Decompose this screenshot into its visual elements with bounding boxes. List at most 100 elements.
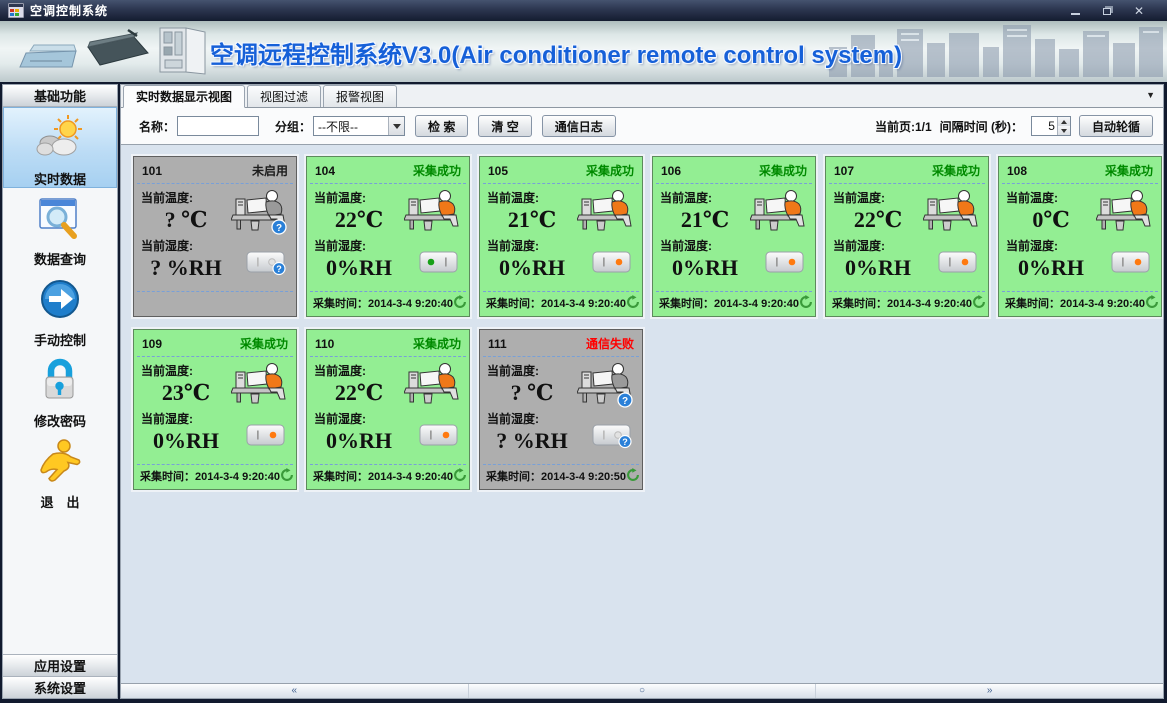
comm-log-button[interactable]: 通信日志	[542, 115, 616, 137]
collect-time: 采集时间：2014-3-4 9:20:50	[486, 468, 626, 484]
refresh-icon[interactable]	[626, 468, 640, 485]
banner-title: 空调远程控制系统V3.0(Air conditioner remote cont…	[210, 35, 902, 70]
sidebar: 基础功能 实时数据	[2, 84, 118, 699]
weather-icon	[34, 114, 86, 167]
tab-realtime-view[interactable]: 实时数据显示视图	[123, 85, 245, 108]
humidity-label: 当前湿度:	[314, 410, 404, 427]
device-status: 采集成功	[413, 162, 461, 179]
search-button[interactable]: 检 索	[415, 115, 468, 137]
temp-value: 22℃	[314, 207, 404, 233]
lock-icon	[36, 356, 84, 409]
ac-unit-icon	[404, 188, 462, 240]
temp-value: 21℃	[660, 207, 750, 233]
device-card[interactable]: 105采集成功当前温度:21℃当前湿度:0%RH采集时间：2014-3-4 9:…	[479, 156, 643, 317]
refresh-icon[interactable]	[626, 295, 640, 312]
clear-button[interactable]: 清 空	[478, 115, 531, 137]
device-card[interactable]: 104采集成功当前温度:22℃当前湿度:0%RH采集时间：2014-3-4 9:…	[306, 156, 470, 317]
device-id: 104	[315, 164, 335, 178]
refresh-icon[interactable]	[453, 468, 467, 485]
device-card[interactable]: 101未启用当前温度:? ℃当前湿度:? %RH??	[133, 156, 297, 317]
refresh-icon[interactable]	[972, 295, 986, 312]
sidebar-item-app-settings[interactable]: 应用设置	[3, 654, 117, 676]
svg-text:?: ?	[276, 264, 282, 274]
humidity-value: 0%RH	[314, 255, 404, 281]
svg-text:?: ?	[276, 223, 282, 234]
spinner-down-icon[interactable]	[1058, 126, 1070, 135]
power-switch-icon[interactable]	[419, 424, 460, 454]
device-status: 采集成功	[240, 335, 288, 352]
refresh-icon[interactable]	[799, 295, 813, 312]
minimize-button[interactable]	[1067, 4, 1083, 17]
card-footer: 采集时间：2014-3-4 9:20:40	[307, 465, 469, 489]
pager-next[interactable]: »	[816, 684, 1163, 698]
device-card[interactable]: 109采集成功当前温度:23℃当前湿度:0%RH采集时间：2014-3-4 9:…	[133, 329, 297, 490]
device-card[interactable]: 110采集成功当前温度:22℃当前湿度:0%RH采集时间：2014-3-4 9:…	[306, 329, 470, 490]
sidebar-item-label: 手动控制	[34, 330, 86, 349]
card-header: 104 采集成功	[307, 157, 469, 181]
close-button[interactable]: ✕	[1131, 4, 1147, 17]
ac-unit-icon	[1096, 188, 1154, 240]
device-photos	[18, 23, 218, 82]
sidebar-item-change-password[interactable]: 修改密码	[3, 350, 117, 431]
sidebar-item-realtime-data[interactable]: 实时数据	[3, 107, 117, 188]
collect-time: 采集时间：2014-3-4 9:20:40	[659, 295, 799, 311]
power-switch-icon[interactable]	[246, 424, 287, 454]
power-switch-icon[interactable]: ?	[592, 424, 633, 454]
card-footer: 采集时间：2014-3-4 9:20:40	[653, 292, 815, 316]
power-switch-icon[interactable]: ?	[246, 251, 287, 281]
tab-alarm-view[interactable]: 报警视图	[323, 85, 397, 107]
ac-unit-icon: ?	[231, 188, 289, 240]
refresh-icon[interactable]	[1145, 295, 1159, 312]
name-input[interactable]	[177, 116, 259, 136]
ac-unit-icon	[231, 361, 289, 413]
sidebar-item-manual-control[interactable]: 手动控制	[3, 269, 117, 350]
group-select-value: --不限--	[314, 118, 388, 135]
device-status: 采集成功	[586, 162, 634, 179]
card-header: 108采集成功	[999, 157, 1161, 181]
power-switch-icon[interactable]	[1111, 251, 1152, 281]
humidity-value: 0%RH	[833, 255, 923, 281]
device-card[interactable]: 111 通信失败当前温度:? ℃当前湿度:? %RH?? 采集时间：2014-3-4…	[479, 329, 643, 490]
humidity-value: 0%RH	[487, 255, 577, 281]
tab-overflow-icon[interactable]: ▼	[1146, 90, 1155, 100]
collect-time: 采集时间：2014-3-4 9:20:40	[832, 295, 972, 311]
power-switch-icon[interactable]	[765, 251, 806, 281]
device-status: 采集成功	[1105, 162, 1153, 179]
refresh-icon[interactable]	[280, 468, 294, 485]
power-switch-icon[interactable]	[938, 251, 979, 281]
ac-unit-icon	[577, 188, 635, 240]
header-banner: 空调远程控制系统V3.0(Air conditioner remote cont…	[0, 21, 1167, 82]
power-switch-icon[interactable]	[592, 251, 633, 281]
card-body: 当前温度:0℃当前湿度:0%RH	[999, 184, 1161, 289]
tab-view-filter[interactable]: 视图过滤	[247, 85, 321, 107]
card-body: 当前温度:21℃当前湿度:0%RH	[653, 184, 815, 289]
chevron-down-icon[interactable]	[388, 117, 404, 135]
restore-button[interactable]	[1099, 4, 1115, 17]
temp-label: 当前温度:	[487, 362, 577, 379]
auto-cycle-button[interactable]: 自动轮循	[1079, 115, 1153, 137]
temp-value: 21℃	[487, 207, 577, 233]
device-card[interactable]: 108采集成功当前温度:0℃当前湿度:0%RH采集时间：2014-3-4 9:2…	[998, 156, 1162, 317]
refresh-icon[interactable]	[453, 295, 467, 312]
ac-unit-icon	[404, 361, 462, 413]
device-card[interactable]: 106采集成功当前温度:21℃当前湿度:0%RH采集时间：2014-3-4 9:…	[652, 156, 816, 317]
spinner-up-icon[interactable]	[1058, 117, 1070, 126]
device-card-grid: 101未启用当前温度:? ℃当前湿度:? %RH??104采集成功当前温度:22…	[121, 145, 1163, 683]
device-card[interactable]: 107采集成功当前温度:22℃当前湿度:0%RH采集时间：2014-3-4 9:…	[825, 156, 989, 317]
temp-label: 当前温度:	[141, 362, 231, 379]
sidebar-item-label: 实时数据	[34, 169, 86, 188]
power-switch-icon[interactable]	[419, 251, 460, 281]
device-status: 通信失败	[586, 335, 634, 352]
collect-time: 采集时间：2014-3-4 9:20:40	[140, 468, 280, 484]
sidebar-item-exit[interactable]: 退 出	[3, 431, 117, 512]
group-select[interactable]: --不限--	[313, 116, 405, 136]
main-panel: 实时数据显示视图 视图过滤 报警视图 ▼ 名称： 分组： --不限-- 检 索 …	[120, 84, 1164, 699]
sidebar-item-system-settings[interactable]: 系统设置	[3, 676, 117, 698]
pager-prev[interactable]: «	[121, 684, 469, 698]
pager-current[interactable]: ○	[469, 684, 817, 698]
device-id: 111	[488, 337, 507, 351]
sidebar-item-data-query[interactable]: 数据查询	[3, 188, 117, 269]
interval-spinner[interactable]: 5	[1031, 116, 1071, 136]
card-header: 109采集成功	[134, 330, 296, 354]
card-body: 当前温度:? ℃当前湿度:? %RH??	[480, 357, 642, 462]
